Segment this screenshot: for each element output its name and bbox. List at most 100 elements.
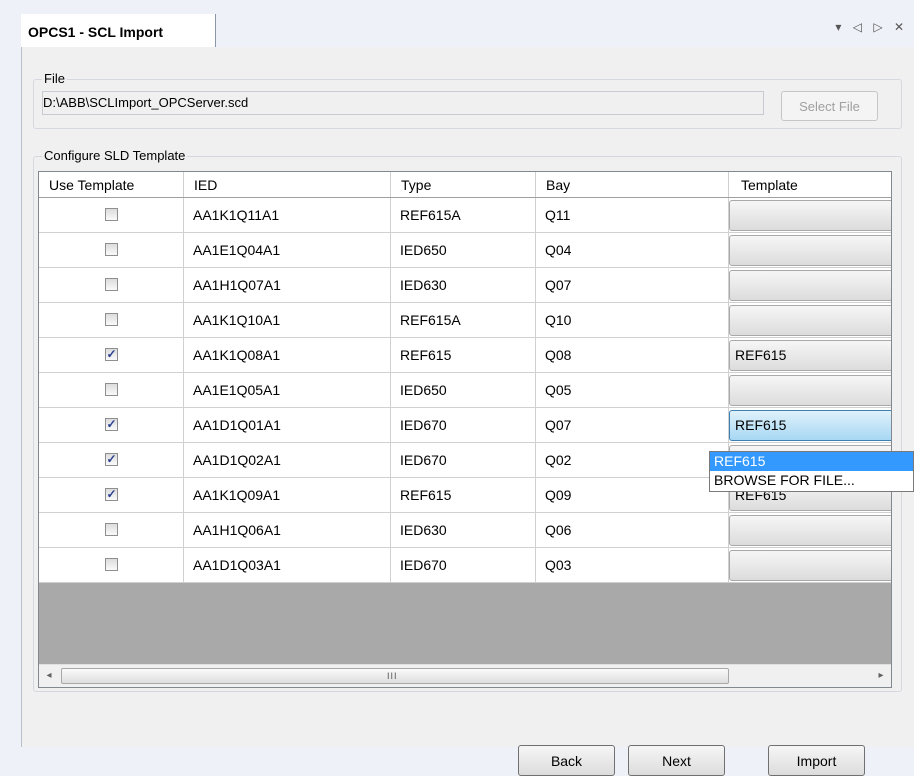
use-template-checkbox[interactable]: [105, 243, 118, 256]
type-cell: REF615A: [391, 303, 536, 338]
type-cell: REF615: [391, 478, 536, 513]
use-template-cell: [39, 373, 184, 408]
type-cell: IED630: [391, 268, 536, 303]
type-cell: REF615A: [391, 198, 536, 233]
scroll-right-icon[interactable]: ▷: [873, 20, 886, 34]
ied-cell: AA1D1Q01A1: [184, 408, 391, 443]
ied-cell: AA1K1Q11A1: [184, 198, 391, 233]
header-use-template[interactable]: Use Template: [39, 172, 184, 197]
header-template[interactable]: Template: [729, 172, 891, 197]
use-template-checkbox[interactable]: ✓: [105, 487, 118, 501]
use-template-checkbox[interactable]: [105, 383, 118, 396]
checkmark-icon: ✓: [106, 417, 117, 431]
ied-cell: AA1D1Q03A1: [184, 548, 391, 583]
ied-cell: AA1K1Q09A1: [184, 478, 391, 513]
table-row[interactable]: AA1H1Q07A1 IED630 Q07: [39, 268, 891, 303]
use-template-checkbox[interactable]: ✓: [105, 417, 118, 431]
file-group: File D:\ABB\SCLImport_OPCServer.scd Sele…: [33, 71, 902, 129]
dropdown-option-browse[interactable]: BROWSE FOR FILE...: [710, 471, 913, 490]
template-cell: [729, 303, 891, 338]
use-template-cell: [39, 268, 184, 303]
type-cell: IED670: [391, 443, 536, 478]
use-template-checkbox[interactable]: [105, 558, 118, 571]
ied-cell: AA1H1Q07A1: [184, 268, 391, 303]
use-template-checkbox[interactable]: [105, 208, 118, 221]
template-select-button[interactable]: [729, 235, 891, 266]
use-template-cell: [39, 198, 184, 233]
use-template-checkbox[interactable]: [105, 313, 118, 326]
select-file-button[interactable]: Select File: [781, 91, 878, 121]
template-cell: [729, 198, 891, 233]
template-select-button[interactable]: [729, 200, 891, 231]
bay-cell: Q07: [536, 408, 729, 443]
scroll-left-icon[interactable]: ◁: [853, 20, 866, 34]
bay-cell: Q11: [536, 198, 729, 233]
checkmark-icon: ✓: [106, 487, 117, 501]
bay-cell: Q06: [536, 513, 729, 548]
use-template-cell: ✓: [39, 443, 184, 478]
header-bay[interactable]: Bay: [536, 172, 729, 197]
header-ied[interactable]: IED: [184, 172, 391, 197]
next-button[interactable]: Next: [628, 745, 725, 776]
checkmark-icon: ✓: [106, 347, 117, 361]
template-cell: [729, 268, 891, 303]
table-row[interactable]: ✓ AA1D1Q01A1 IED670 Q07 REF615: [39, 408, 891, 443]
ied-cell: AA1E1Q04A1: [184, 233, 391, 268]
header-type[interactable]: Type: [391, 172, 536, 197]
template-select-button[interactable]: REF615: [729, 410, 891, 441]
tab-controls: ▾ ◁ ▷ ✕: [835, 20, 908, 34]
table-row[interactable]: AA1K1Q10A1 REF615A Q10: [39, 303, 891, 338]
template-cell: REF615: [729, 338, 891, 373]
template-grid: Use Template IED Type Bay Template AA1K1…: [38, 171, 892, 688]
ied-cell: AA1H1Q06A1: [184, 513, 391, 548]
type-cell: IED650: [391, 233, 536, 268]
use-template-checkbox[interactable]: [105, 523, 118, 536]
import-panel: File D:\ABB\SCLImport_OPCServer.scd Sele…: [21, 47, 914, 776]
bay-cell: Q10: [536, 303, 729, 338]
dropdown-option-ref615[interactable]: REF615: [710, 452, 913, 471]
use-template-checkbox[interactable]: [105, 278, 118, 291]
file-path-field: D:\ABB\SCLImport_OPCServer.scd: [42, 91, 764, 115]
tab-scl-import[interactable]: OPCS1 - SCL Import: [21, 14, 216, 47]
table-row[interactable]: AA1D1Q03A1 IED670 Q03: [39, 548, 891, 583]
type-cell: IED670: [391, 408, 536, 443]
table-row[interactable]: AA1H1Q06A1 IED630 Q06: [39, 513, 891, 548]
import-button[interactable]: Import: [768, 745, 865, 776]
type-cell: IED630: [391, 513, 536, 548]
table-row[interactable]: AA1K1Q11A1 REF615A Q11: [39, 198, 891, 233]
bay-cell: Q09: [536, 478, 729, 513]
table-row[interactable]: AA1E1Q04A1 IED650 Q04: [39, 233, 891, 268]
close-icon[interactable]: ✕: [894, 20, 908, 34]
back-button[interactable]: Back: [518, 745, 615, 776]
ied-cell: AA1K1Q10A1: [184, 303, 391, 338]
chevron-down-icon[interactable]: ▾: [835, 20, 845, 34]
template-select-button[interactable]: [729, 270, 891, 301]
template-cell: [729, 548, 891, 583]
grid-header: Use Template IED Type Bay Template: [39, 172, 891, 198]
template-select-button[interactable]: [729, 375, 891, 406]
template-cell: [729, 233, 891, 268]
tab-strip: OPCS1 - SCL Import ▾ ◁ ▷ ✕: [0, 0, 914, 47]
template-select-button[interactable]: REF615: [729, 340, 891, 371]
table-row[interactable]: AA1E1Q05A1 IED650 Q05: [39, 373, 891, 408]
template-select-button[interactable]: [729, 515, 891, 546]
use-template-checkbox[interactable]: ✓: [105, 347, 118, 361]
template-select-button[interactable]: [729, 305, 891, 336]
scroll-left-arrow-icon[interactable]: ◂: [41, 669, 57, 683]
table-row[interactable]: ✓ AA1K1Q08A1 REF615 Q08 REF615: [39, 338, 891, 373]
scrollbar-grip-icon: III: [387, 671, 398, 681]
template-select-button[interactable]: [729, 550, 891, 581]
scrollbar-thumb[interactable]: III: [61, 668, 729, 684]
sld-group-title: Configure SLD Template: [42, 148, 188, 164]
type-cell: REF615: [391, 338, 536, 373]
scroll-right-arrow-icon[interactable]: ▸: [873, 669, 889, 683]
file-group-title: File: [42, 71, 67, 87]
use-template-checkbox[interactable]: ✓: [105, 452, 118, 466]
use-template-cell: [39, 233, 184, 268]
checkmark-icon: ✓: [106, 452, 117, 466]
horizontal-scrollbar[interactable]: ◂ III ▸: [39, 664, 891, 687]
template-cell: [729, 373, 891, 408]
type-cell: IED670: [391, 548, 536, 583]
template-dropdown-list[interactable]: REF615 BROWSE FOR FILE...: [709, 451, 914, 492]
bay-cell: Q05: [536, 373, 729, 408]
